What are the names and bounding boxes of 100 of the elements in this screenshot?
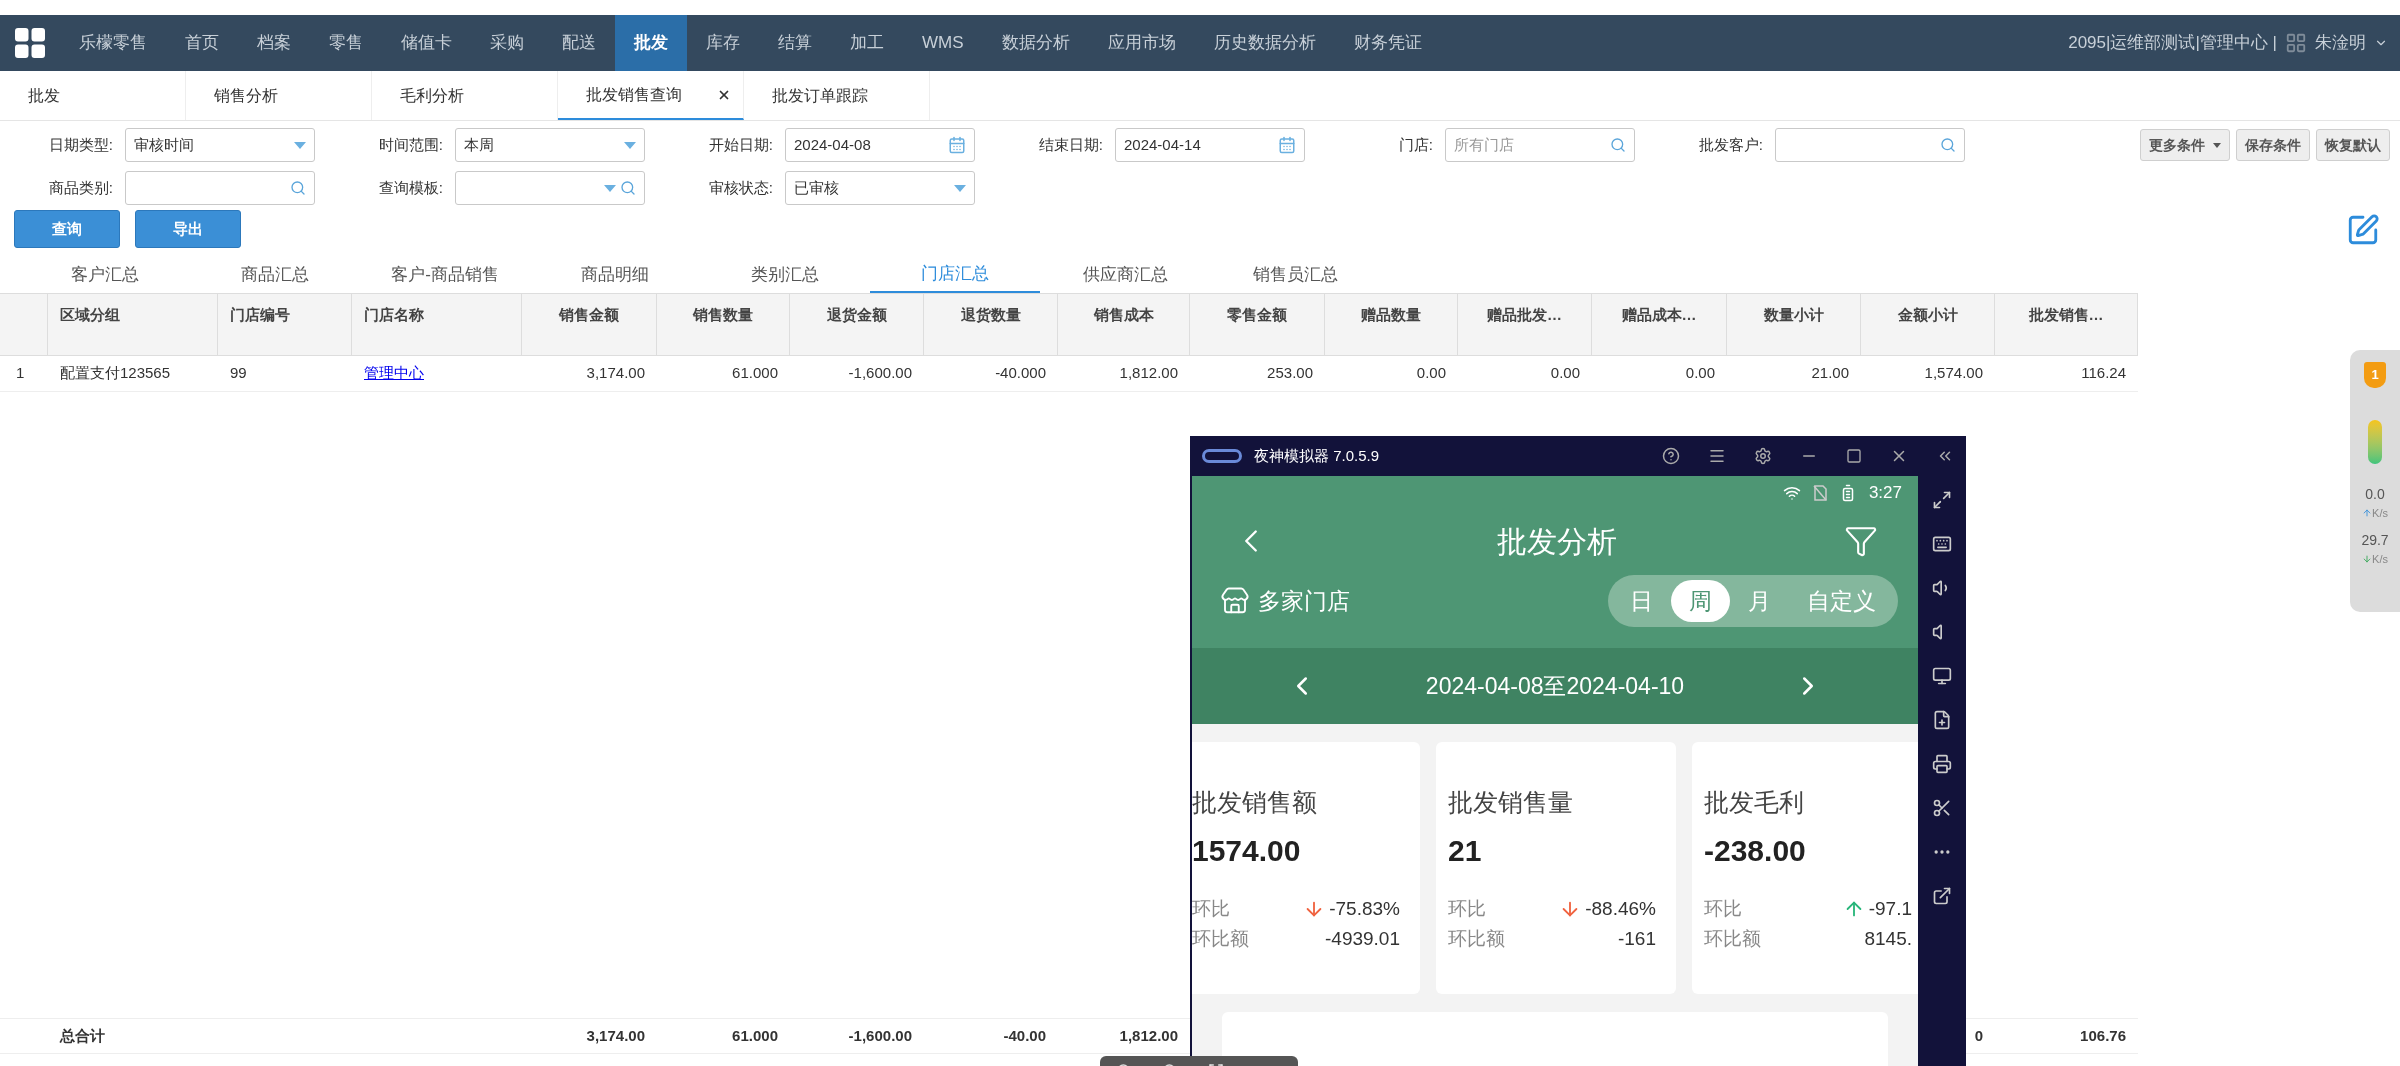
table-cell: 21.00 bbox=[1811, 364, 1849, 382]
nav-item[interactable]: 加工 bbox=[831, 15, 903, 71]
download-unit: K/s bbox=[2362, 550, 2388, 567]
action-button[interactable]: 查询 bbox=[14, 210, 120, 248]
amount-label: 环比额 bbox=[1192, 927, 1250, 951]
report-tab[interactable]: 类别汇总 bbox=[700, 257, 870, 293]
page-tab[interactable]: 毛利分析 bbox=[372, 71, 558, 120]
period-option[interactable]: 周 bbox=[1671, 580, 1730, 622]
keyboard-icon[interactable] bbox=[1932, 534, 1952, 554]
column-header: 赠品成本… bbox=[1620, 305, 1698, 325]
report-tab[interactable]: 客户-商品销售 bbox=[360, 257, 530, 293]
select-field[interactable] bbox=[455, 171, 645, 205]
action-button[interactable]: 导出 bbox=[135, 210, 241, 248]
nav-item[interactable]: 财务凭证 bbox=[1334, 15, 1441, 71]
nav-item[interactable]: 档案 bbox=[238, 15, 310, 71]
table-cell: 0.00 bbox=[1685, 364, 1715, 382]
nav-item[interactable]: 零售 bbox=[310, 15, 382, 71]
nav-item[interactable]: 库存 bbox=[687, 15, 759, 71]
user-menu[interactable]: 朱淦明 bbox=[2315, 30, 2400, 56]
option-button[interactable]: 恢复默认 bbox=[2316, 129, 2390, 161]
report-tab[interactable]: 商品汇总 bbox=[190, 257, 360, 293]
nav-item[interactable]: 首页 bbox=[166, 15, 238, 71]
search-icon bbox=[1610, 137, 1626, 153]
store-label[interactable]: 多家门店 bbox=[1258, 583, 1608, 619]
column-header: 区域分组 bbox=[60, 305, 121, 325]
menu-icon[interactable] bbox=[1708, 447, 1726, 465]
stat-card[interactable]: 批发销售额 1574.00 环比 -75.83% 环比额 -4939.01 bbox=[1192, 742, 1420, 994]
column-header: 金额小计 bbox=[1896, 305, 1959, 325]
option-button[interactable]: 保存条件 bbox=[2236, 129, 2310, 161]
org-info: 2095|运维部测试|管理中心 | bbox=[2068, 32, 2277, 55]
card-value: -238.00 bbox=[1704, 832, 1807, 869]
ratio-value: -97.1 bbox=[1868, 896, 1912, 921]
card-value: 1574.00 bbox=[1192, 832, 1302, 869]
nav-item[interactable]: 应用市场 bbox=[1088, 15, 1195, 71]
date-field[interactable]: 2024-04-08 bbox=[785, 128, 975, 162]
report-tab[interactable]: 供应商汇总 bbox=[1040, 257, 1210, 293]
column-header: 批发销售… bbox=[2027, 305, 2105, 325]
table-cell: 61.000 bbox=[732, 364, 778, 382]
store-link[interactable]: 管理中心 bbox=[364, 364, 424, 382]
filter-icon[interactable] bbox=[1844, 524, 1878, 558]
nav-item[interactable]: 历史数据分析 bbox=[1194, 15, 1335, 71]
scissors-icon[interactable] bbox=[1932, 798, 1952, 818]
printer-icon[interactable] bbox=[1932, 754, 1952, 774]
nav-item[interactable]: 储值卡 bbox=[382, 15, 471, 71]
nav-item[interactable]: 数据分析 bbox=[982, 15, 1089, 71]
report-tab[interactable]: 销售员汇总 bbox=[1210, 257, 1380, 293]
date-range: 2024-04-08至2024-04-10 bbox=[1425, 671, 1685, 701]
card-title: 批发毛利 bbox=[1704, 787, 1805, 818]
page-tab[interactable]: 销售分析 bbox=[186, 71, 372, 120]
ratio-label: 环比 bbox=[1704, 896, 1743, 921]
table-cell: 1,574.00 bbox=[1924, 364, 1983, 382]
dropdown-icon bbox=[294, 141, 306, 149]
amount-label: 环比额 bbox=[1448, 927, 1506, 951]
shield-badge: 1 bbox=[2364, 362, 2386, 388]
nav-item[interactable]: 乐檬零售 bbox=[60, 15, 166, 71]
select-field[interactable]: 本周 bbox=[455, 128, 645, 162]
app-grid-icon[interactable] bbox=[12, 25, 48, 61]
help-icon[interactable] bbox=[1662, 447, 1680, 465]
external-link-icon[interactable] bbox=[1932, 886, 1952, 906]
select-field[interactable]: 已审核 bbox=[785, 171, 975, 205]
column-header: 零售金额 bbox=[1226, 305, 1288, 325]
search-field[interactable] bbox=[1775, 128, 1965, 162]
column-header: 赠品数量 bbox=[1360, 305, 1422, 325]
more-conditions-button[interactable]: 更多条件 bbox=[2140, 129, 2230, 161]
select-field[interactable]: 审核时间 bbox=[125, 128, 315, 162]
page-tab[interactable]: 批发订单跟踪 bbox=[744, 71, 930, 120]
field-label: 时间范围: bbox=[377, 134, 444, 155]
field-label: 日期类型: bbox=[47, 134, 114, 155]
stat-card[interactable]: 批发毛利 -238.00 环比 -97.1 环比额 8145. bbox=[1692, 742, 1918, 994]
page-tab[interactable]: 批发销售查询 bbox=[558, 71, 744, 120]
add-apk-icon[interactable] bbox=[1932, 710, 1952, 730]
field-label: 审核状态: bbox=[707, 177, 774, 198]
nav-item[interactable]: WMS bbox=[903, 15, 983, 71]
network-widget[interactable]: 1 0.0 K/s 29.7 K/s bbox=[2350, 350, 2400, 612]
field-label: 开始日期: bbox=[707, 134, 774, 155]
date-field[interactable]: 2024-04-14 bbox=[1115, 128, 1305, 162]
screen-icon[interactable] bbox=[1932, 666, 1952, 686]
page-tab[interactable]: 批发 bbox=[0, 71, 186, 120]
stat-card[interactable]: 批发销售量 21 环比 -88.46% 环比额 -161 bbox=[1436, 742, 1676, 994]
status-time: 3:27 bbox=[1868, 482, 1902, 505]
nav-item[interactable]: 结算 bbox=[759, 15, 831, 71]
nav-item[interactable]: 批发 bbox=[615, 15, 687, 71]
column-header: 销售数量 bbox=[691, 305, 754, 325]
fullscreen-icon[interactable] bbox=[1932, 490, 1952, 510]
nav-item[interactable]: 采购 bbox=[471, 15, 543, 71]
table-cell: 配置支付123565 bbox=[60, 364, 171, 382]
edit-icon[interactable] bbox=[2346, 213, 2380, 247]
report-tab[interactable]: 商品明细 bbox=[530, 257, 700, 293]
nav-item[interactable]: 配送 bbox=[543, 15, 615, 71]
maximize-icon[interactable] bbox=[1846, 448, 1862, 464]
column-header: 门店编号 bbox=[230, 305, 291, 325]
ratio-label: 环比 bbox=[1448, 896, 1487, 921]
report-tab[interactable]: 客户汇总 bbox=[20, 257, 190, 293]
field-label: 门店: bbox=[1397, 134, 1434, 155]
caret-icon bbox=[2213, 142, 2221, 148]
row-number: 1 bbox=[15, 363, 26, 384]
table-cell: -40.000 bbox=[995, 364, 1046, 382]
grid-icon bbox=[2285, 32, 2307, 54]
search-field[interactable] bbox=[125, 171, 315, 205]
settings-icon[interactable] bbox=[1754, 447, 1772, 465]
